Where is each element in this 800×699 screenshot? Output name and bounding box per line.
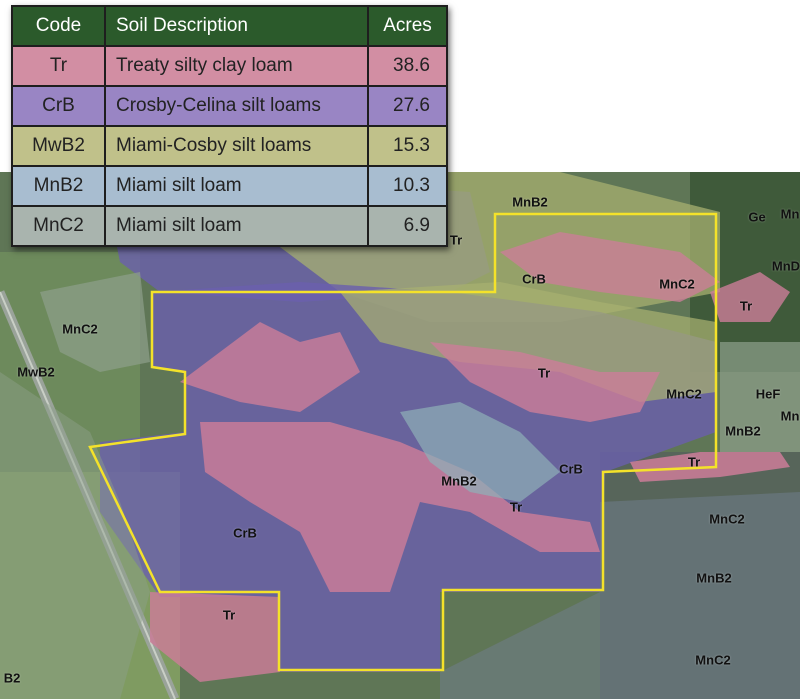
legend-acres: 38.6 — [367, 45, 448, 87]
soil-label-mnc2-west: MnC2 — [62, 321, 98, 337]
legend-row-mwb2: MwB2 Miami-Cosby silt loams 15.3 — [11, 125, 448, 167]
legend-acres: 15.3 — [367, 125, 448, 167]
soil-label-mnd: MnD — [771, 258, 800, 274]
legend-row-crb: CrB Crosby-Celina silt loams 27.6 — [11, 85, 448, 127]
soil-label-crb-center: CrB — [559, 461, 583, 477]
legend-description: Treaty silty clay loam — [104, 45, 369, 87]
legend-acres: 6.9 — [367, 205, 448, 247]
legend-acres: 10.3 — [367, 165, 448, 207]
legend-description: Miami silt loam — [104, 165, 369, 207]
soil-label-mnc2-ne: MnC2 — [659, 276, 695, 292]
soil-map-graphic — [0, 172, 800, 699]
soil-label-tr-east-strip: Tr — [687, 454, 701, 470]
legend-code: MwB2 — [11, 125, 106, 167]
soil-label-mnc2-far-se: MnC2 — [695, 652, 731, 668]
legend-code: CrB — [11, 85, 106, 127]
legend-row-mnb2: MnB2 Miami silt loam 10.3 — [11, 165, 448, 207]
soil-label-mnb2-east: MnB2 — [725, 423, 761, 439]
soil-label-tr-center: Tr — [537, 365, 551, 381]
soil-legend-table: Code Soil Description Acres Tr Treaty si… — [11, 5, 448, 247]
legend-header-row: Code Soil Description Acres — [11, 5, 448, 47]
legend-description: Miami silt loam — [104, 205, 369, 247]
soil-label-tr-partial: Tr — [449, 232, 463, 248]
legend-code: Tr — [11, 45, 106, 87]
soil-label-mnc2-east: MnC2 — [666, 386, 702, 402]
soil-label-mwb2-west: MwB2 — [17, 364, 55, 380]
soil-label-b2-edge: B2 — [3, 670, 21, 686]
soil-label-tr-east: Tr — [739, 298, 753, 314]
legend-row-tr: Tr Treaty silty clay loam 38.6 — [11, 45, 448, 87]
legend-description: Miami-Cosby silt loams — [104, 125, 369, 167]
soil-label-mn-edge-2: Mn — [780, 408, 800, 424]
soil-label-crb-sw: CrB — [233, 525, 257, 541]
soil-label-tr-south: Tr — [222, 607, 236, 623]
legend-description: Crosby-Celina silt loams — [104, 85, 369, 127]
soil-label-mn-edge-1: Mn — [780, 206, 800, 222]
legend-code: MnC2 — [11, 205, 106, 247]
legend-row-mnc2: MnC2 Miami silt loam 6.9 — [11, 205, 448, 247]
soil-label-mnb2-center: MnB2 — [441, 473, 477, 489]
soil-label-hef: HeF — [755, 386, 781, 402]
soil-label-tr-south-center: Tr — [509, 499, 523, 515]
legend-code: MnB2 — [11, 165, 106, 207]
soil-label-mnb2-se: MnB2 — [696, 570, 732, 586]
soil-label-mnc2-se: MnC2 — [709, 511, 745, 527]
legend-header-code: Code — [11, 5, 106, 47]
soil-map[interactable]: MnB2 Ge Mn MnD Tr CrB MnC2 Tr MnC2 MwB2 … — [0, 172, 800, 699]
legend-acres: 27.6 — [367, 85, 448, 127]
soil-label-crb-ne: CrB — [522, 271, 546, 287]
legend-header-acres: Acres — [367, 5, 448, 47]
soil-label-ge: Ge — [748, 209, 766, 225]
soil-label-mnb2-top: MnB2 — [512, 194, 548, 210]
legend-header-description: Soil Description — [104, 5, 369, 47]
